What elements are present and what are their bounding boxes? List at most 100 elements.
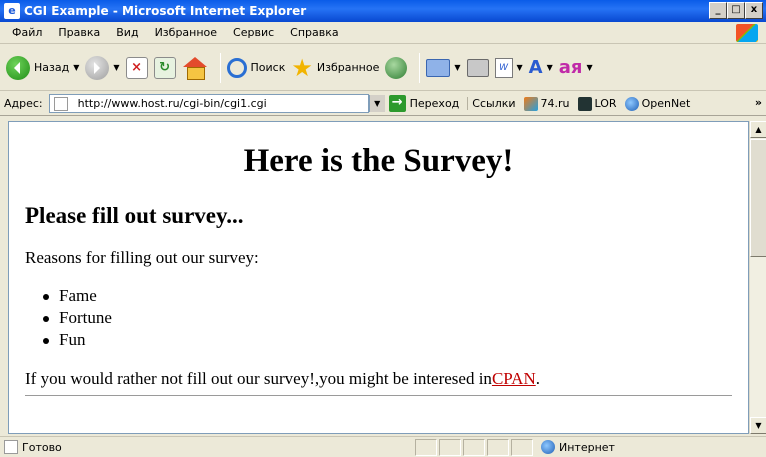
link-label: 74.ru	[540, 97, 570, 110]
horizontal-rule	[25, 395, 732, 396]
menu-favorites[interactable]: Избранное	[147, 26, 225, 39]
edit-button[interactable]: W ▼	[494, 57, 523, 78]
forward-arrow-icon	[85, 55, 110, 80]
menu-view[interactable]: Вид	[108, 26, 146, 39]
mail-button[interactable]: ▼	[426, 58, 461, 77]
scroll-thumb[interactable]	[750, 139, 766, 257]
page-done-icon	[4, 440, 18, 454]
security-zone: Интернет	[541, 440, 615, 454]
mail-dropdown-icon[interactable]: ▼	[454, 63, 460, 72]
74ru-icon	[523, 96, 538, 111]
page-content: Here is the Survey! Please fill out surv…	[8, 121, 749, 434]
word-edit-icon: W	[494, 57, 513, 78]
go-label: Переход	[409, 97, 460, 110]
edit-dropdown-icon[interactable]: ▼	[517, 63, 523, 72]
status-pane	[439, 438, 461, 456]
home-button[interactable]	[182, 56, 208, 80]
stop-icon: ×	[125, 56, 148, 79]
forward-button[interactable]: ▼	[85, 55, 120, 80]
favorites-button[interactable]: ★ Избранное	[291, 53, 380, 82]
menu-bar: Файл Правка Вид Избранное Сервис Справка	[0, 22, 766, 44]
closing-paragraph: If you would rather not fill out our sur…	[25, 369, 732, 389]
internet-globe-icon	[541, 440, 555, 454]
back-arrow-icon	[6, 55, 30, 80]
search-label: Поиск	[250, 61, 286, 74]
close-button[interactable]: x	[745, 2, 763, 19]
toolbar: Назад ▼ ▼ × ↻ Поиск ★ Избранное ▼ W ▼ A …	[0, 45, 766, 91]
media-button[interactable]	[385, 56, 408, 79]
status-pane	[463, 438, 485, 456]
back-dropdown-icon[interactable]: ▼	[73, 63, 79, 72]
stop-button[interactable]: ×	[125, 56, 148, 79]
status-bar: Готово Интернет	[0, 436, 766, 457]
address-url[interactable]: http://www.host.ru/cgi-bin/cgi1.cgi	[72, 97, 368, 110]
window-title: CGI Example - Microsoft Internet Explore…	[24, 4, 307, 18]
menu-edit[interactable]: Правка	[50, 26, 108, 39]
toolbar-separator	[219, 52, 221, 83]
address-bar: Адрес: http://www.host.ru/cgi-bin/cgi1.c…	[0, 92, 766, 116]
scroll-up-button[interactable]: ▲	[750, 121, 766, 138]
page-subheading: Please fill out survey...	[25, 203, 244, 228]
font-dropdown-icon[interactable]: ▼	[547, 63, 553, 72]
closing-text: If you would rather not fill out our sur…	[25, 369, 492, 388]
minimize-button[interactable]: _	[709, 2, 727, 19]
menu-tools[interactable]: Сервис	[225, 26, 282, 39]
closing-period: .	[535, 369, 540, 388]
list-item: Fame	[43, 285, 732, 307]
menu-help[interactable]: Справка	[282, 26, 346, 39]
cpan-link[interactable]: CPAN	[492, 369, 536, 388]
vertical-scrollbar[interactable]: ▲ ▼	[749, 121, 766, 434]
link-opennet[interactable]: OpenNet	[624, 96, 691, 111]
home-icon	[182, 56, 208, 80]
address-label: Адрес:	[4, 97, 43, 110]
address-dropdown-button[interactable]: ▼	[368, 95, 385, 112]
zone-label: Интернет	[559, 440, 615, 454]
status-text: Готово	[22, 440, 62, 454]
scroll-down-button[interactable]: ▼	[750, 417, 766, 434]
printer-icon	[466, 58, 489, 77]
menu-file[interactable]: Файл	[4, 26, 50, 39]
list-item: Fun	[43, 329, 732, 351]
reasons-list: Fame Fortune Fun	[43, 285, 732, 351]
toolbar-separator	[419, 52, 421, 83]
font-size-icon: A	[528, 57, 543, 78]
print-button[interactable]	[466, 58, 489, 77]
lor-icon	[577, 96, 592, 111]
go-button[interactable]: → Переход	[388, 95, 460, 112]
opennet-icon	[624, 96, 639, 111]
back-button[interactable]: Назад ▼	[6, 55, 79, 80]
search-icon	[226, 57, 247, 78]
media-icon	[385, 56, 408, 79]
windows-logo-icon	[736, 24, 758, 42]
link-label: LOR	[594, 97, 617, 110]
address-field[interactable]: http://www.host.ru/cgi-bin/cgi1.cgi	[48, 94, 369, 113]
status-main: Готово	[0, 440, 415, 454]
translate-icon: aя	[558, 57, 583, 78]
more-links-chevron-icon[interactable]: »	[755, 96, 762, 109]
title-bar: e CGI Example - Microsoft Internet Explo…	[0, 0, 766, 22]
link-label: OpenNet	[641, 97, 691, 110]
maximize-button[interactable]: □	[727, 2, 745, 19]
search-button[interactable]: Поиск	[226, 57, 286, 78]
status-pane	[511, 438, 533, 456]
link-lor[interactable]: LOR	[577, 96, 617, 111]
refresh-button[interactable]: ↻	[153, 56, 176, 79]
back-label: Назад	[34, 61, 70, 74]
link-74ru[interactable]: 74.ru	[523, 96, 570, 111]
links-label[interactable]: Ссылки	[467, 97, 516, 110]
translate-button[interactable]: aя ▼	[559, 57, 593, 78]
star-icon: ★	[291, 53, 313, 82]
mail-icon	[426, 58, 451, 77]
status-pane	[487, 438, 509, 456]
refresh-icon: ↻	[153, 56, 176, 79]
font-size-button[interactable]: A ▼	[529, 57, 553, 78]
translate-dropdown-icon[interactable]: ▼	[586, 63, 592, 72]
window-controls: _ □ x	[709, 2, 763, 19]
reasons-text: Reasons for filling out our survey:	[25, 248, 259, 267]
forward-dropdown-icon[interactable]: ▼	[113, 63, 119, 72]
ie-logo-icon: e	[4, 3, 20, 19]
status-pane	[415, 438, 437, 456]
page-heading: Here is the Survey!	[243, 143, 514, 179]
page-icon	[53, 96, 68, 111]
favorites-label: Избранное	[316, 61, 380, 74]
